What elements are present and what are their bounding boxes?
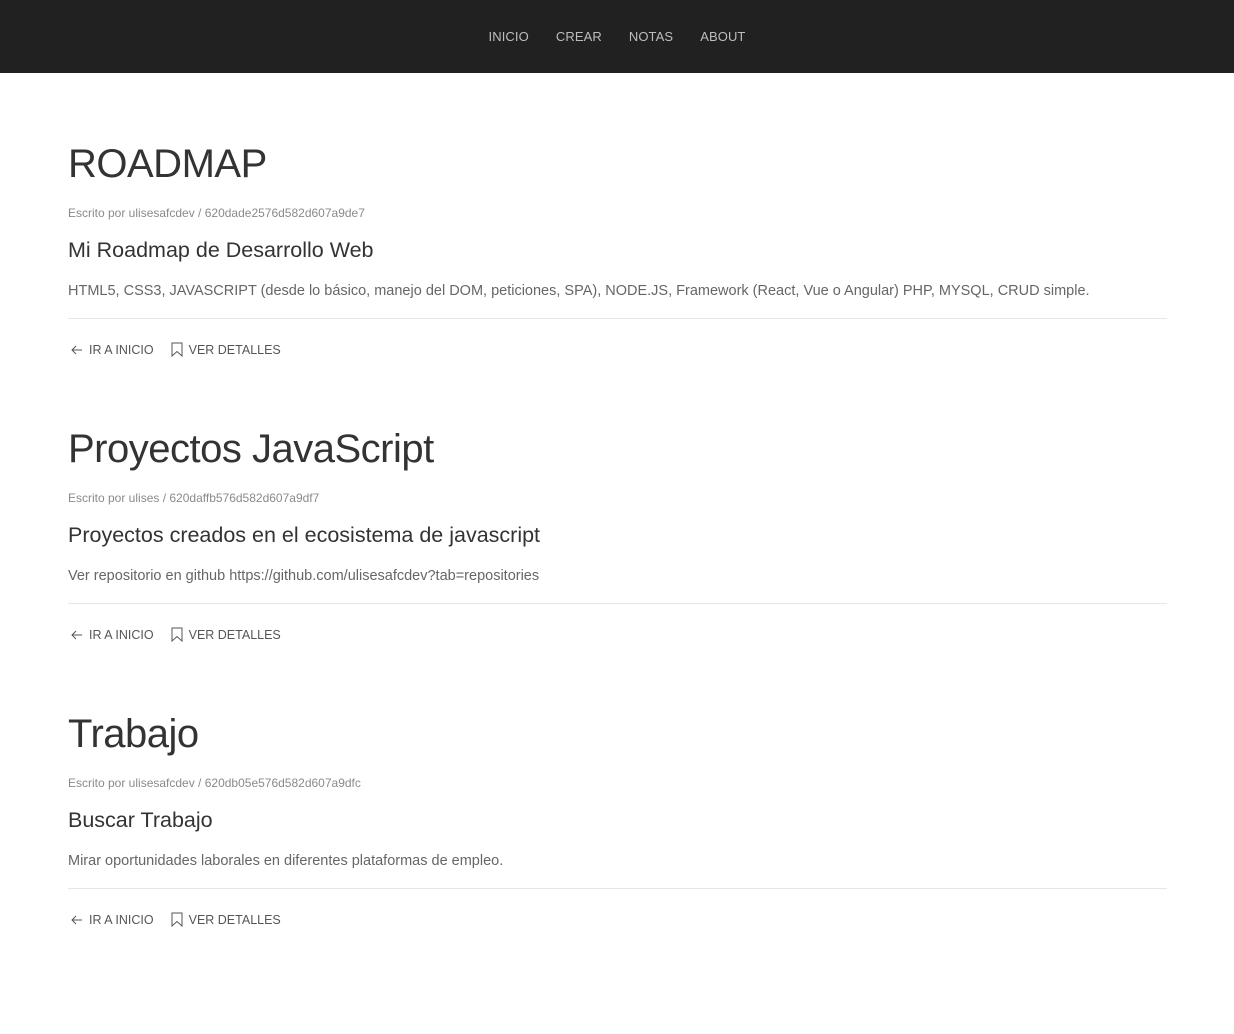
post-divider [68, 318, 1167, 319]
view-details-label: VER DETALLES [188, 342, 281, 357]
nav-item-crear[interactable]: CREAR [542, 29, 615, 44]
view-details-label: VER DETALLES [188, 912, 281, 927]
post-body: HTML5, CSS3, JAVASCRIPT (desde lo básico… [68, 283, 1090, 299]
post-title: Proyectos JavaScript [68, 427, 434, 471]
nav-item-inicio[interactable]: INICIO [475, 29, 542, 44]
bookmark-icon [171, 912, 183, 927]
post-body: Ver repositorio en github https://github… [68, 568, 540, 584]
arrow-left-icon [71, 345, 83, 355]
view-details-label: VER DETALLES [188, 627, 281, 642]
post-title: Trabajo [68, 712, 199, 756]
post-subtitle: Mi Roadmap de Desarrollo Web [68, 238, 374, 262]
posts-list: ROADMAP Escrito por ulisesafcdev / 620da… [0, 73, 1234, 927]
post-card: ROADMAP Escrito por ulisesafcdev / 620da… [68, 73, 1167, 357]
go-home-label: IR A INICIO [89, 627, 154, 642]
post-actions: IR A INICIO VER DETALLES [68, 912, 1167, 927]
go-home-link[interactable]: IR A INICIO [71, 343, 154, 357]
nav-item-about[interactable]: ABOUT [687, 29, 759, 44]
view-details-link[interactable]: VER DETALLES [171, 912, 281, 927]
post-divider [68, 888, 1167, 889]
view-details-link[interactable]: VER DETALLES [171, 342, 281, 357]
post-meta: Escrito por ulises / 620daffb576d582d607… [68, 491, 320, 505]
post-card: Proyectos JavaScript Escrito por ulises … [68, 357, 1167, 642]
arrow-left-icon [71, 915, 83, 925]
post-actions: IR A INICIO VER DETALLES [68, 627, 1167, 642]
post-subtitle: Buscar Trabajo [68, 808, 213, 832]
top-navbar: INICIO CREAR NOTAS ABOUT [0, 0, 1234, 73]
nav-item-notas[interactable]: NOTAS [615, 29, 686, 44]
go-home-label: IR A INICIO [89, 912, 154, 927]
post-divider [68, 603, 1167, 604]
post-meta: Escrito por ulisesafcdev / 620dade2576d5… [68, 206, 365, 220]
post-meta: Escrito por ulisesafcdev / 620db05e576d5… [68, 776, 361, 790]
arrow-left-icon [71, 630, 83, 640]
post-title: ROADMAP [68, 142, 267, 186]
go-home-link[interactable]: IR A INICIO [71, 628, 154, 642]
post-card: Trabajo Escrito por ulisesafcdev / 620db… [68, 642, 1167, 927]
post-actions: IR A INICIO VER DETALLES [68, 342, 1167, 357]
view-details-link[interactable]: VER DETALLES [171, 627, 281, 642]
post-subtitle: Proyectos creados en el ecosistema de ja… [68, 523, 541, 547]
post-body: Mirar oportunidades laborales en diferen… [68, 853, 504, 869]
go-home-link[interactable]: IR A INICIO [71, 913, 154, 927]
go-home-label: IR A INICIO [89, 342, 154, 357]
bookmark-icon [171, 342, 183, 357]
bookmark-icon [171, 627, 183, 642]
